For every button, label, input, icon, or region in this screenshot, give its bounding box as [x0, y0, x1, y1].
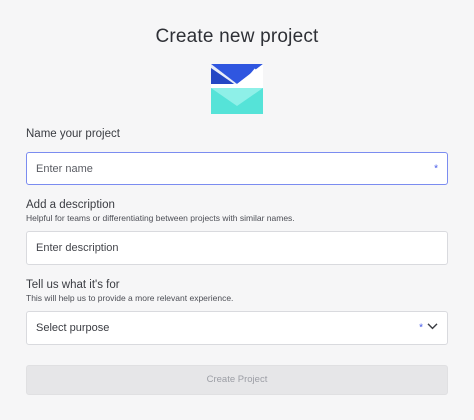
purpose-select-value: Select purpose	[36, 322, 110, 334]
purpose-hint: This will help us to provide a more rele…	[26, 293, 234, 303]
description-field[interactable]	[26, 231, 448, 265]
required-marker: *	[434, 163, 438, 174]
required-marker: *	[419, 322, 423, 334]
purpose-label: Tell us what it's for	[26, 279, 120, 291]
description-input[interactable]	[36, 232, 396, 264]
create-project-dialog: Create new project Name your project * A…	[0, 0, 474, 420]
dialog-title: Create new project	[155, 26, 319, 47]
project-name-input[interactable]	[36, 153, 396, 184]
create-project-button[interactable]: Create Project	[26, 365, 448, 395]
name-label: Name your project	[26, 128, 120, 140]
project-logo-icon	[211, 64, 263, 114]
project-name-field[interactable]: *	[26, 152, 448, 185]
description-hint: Helpful for teams or differentiating bet…	[26, 213, 295, 223]
chevron-down-icon[interactable]	[427, 321, 438, 333]
description-label: Add a description	[26, 199, 115, 211]
purpose-select[interactable]: Select purpose *	[26, 311, 448, 345]
